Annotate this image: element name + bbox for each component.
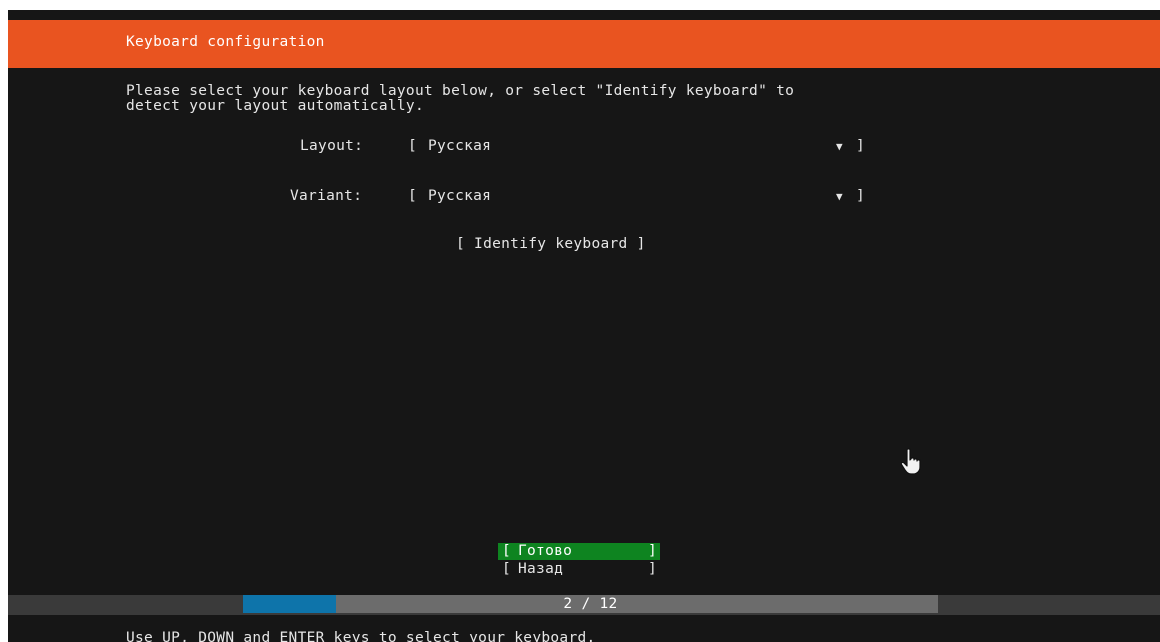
- instructions-line-2: detect your layout automatically.: [126, 98, 424, 114]
- progress-text: 2 / 12: [563, 596, 618, 612]
- variant-value: Русская: [428, 188, 492, 204]
- variant-select[interactable]: [ Русская ▼ ]: [408, 188, 866, 208]
- variant-bracket-open: [: [408, 188, 418, 204]
- layout-bracket-open: [: [408, 138, 418, 154]
- done-label: Готово: [518, 543, 573, 559]
- variant-label: Variant:: [290, 188, 363, 204]
- progress-bar-area: 2 / 12: [8, 595, 1160, 615]
- done-button[interactable]: [ Готово ]: [498, 543, 660, 560]
- layout-select[interactable]: [ Русская ▼ ]: [408, 138, 866, 158]
- variant-bracket-close: ]: [856, 188, 866, 204]
- header-title: Keyboard configuration: [126, 34, 325, 50]
- layout-label: Layout:: [300, 138, 364, 154]
- chevron-down-icon: ▼: [836, 190, 843, 203]
- layout-bracket-close: ]: [856, 138, 866, 154]
- back-button[interactable]: [ Назад ]: [498, 561, 660, 578]
- hand-pointer-icon: [900, 448, 921, 475]
- back-label: Назад: [518, 561, 564, 577]
- done-bracket-close: ]: [648, 543, 658, 559]
- done-bracket-open: [: [502, 543, 512, 559]
- chevron-down-icon: ▼: [836, 140, 843, 153]
- header-bar: Keyboard configuration: [8, 20, 1160, 68]
- progress-bar: 2 / 12: [243, 595, 938, 613]
- layout-value: Русская: [428, 138, 492, 154]
- installer-screen: Keyboard configuration Please select you…: [8, 10, 1160, 642]
- keyboard-hint: Use UP, DOWN and ENTER keys to select yo…: [126, 630, 596, 642]
- back-bracket-open: [: [502, 561, 512, 577]
- back-bracket-close: ]: [648, 561, 658, 577]
- instructions-line-1: Please select your keyboard layout below…: [126, 83, 795, 99]
- instructions-text: Please select your keyboard layout below…: [126, 84, 794, 114]
- identify-keyboard-button[interactable]: [ Identify keyboard ]: [456, 236, 646, 252]
